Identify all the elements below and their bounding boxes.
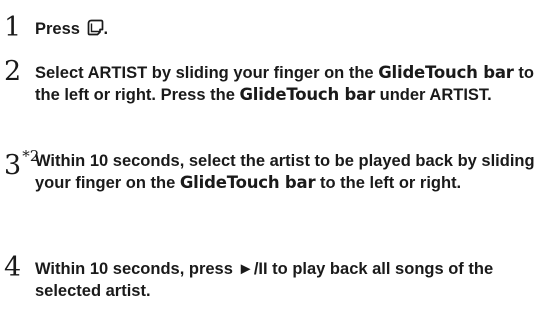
glidetouch-bar-term: GlideTouch bar	[378, 63, 514, 82]
glidetouch-bar-term: GlideTouch bar	[239, 85, 376, 104]
step-text-part: Press	[35, 20, 85, 38]
step-text-part: .	[103, 20, 109, 38]
step-number-digit: 3	[4, 150, 22, 181]
glidetouch-bar-term: GlideTouch bar	[179, 173, 316, 192]
step-text: Within 10 seconds, press ►/II to play ba…	[35, 258, 547, 302]
step-text: Select ARTIST by sliding your finger on …	[35, 62, 547, 106]
step-text-part: under ARTIST.	[375, 86, 492, 104]
step-number: 2	[4, 56, 22, 87]
step-text-part: Within 10 seconds, press	[35, 260, 238, 278]
step-text-part: Select ARTIST by sliding your finger on …	[35, 64, 379, 82]
step-number: 4	[4, 252, 22, 283]
menu-button-icon	[87, 19, 104, 42]
step-number: 3*2	[4, 146, 39, 179]
play-pause-button-label: ►/II	[237, 260, 268, 278]
step-number: 1	[4, 12, 22, 43]
step-text: Within 10 seconds, select the artist to …	[35, 150, 547, 194]
step-text-part: to the left or right.	[315, 174, 462, 192]
instruction-page: { "steps": [ { "number": "1", "text_befo…	[0, 0, 548, 328]
step-text: Press .	[35, 18, 547, 42]
